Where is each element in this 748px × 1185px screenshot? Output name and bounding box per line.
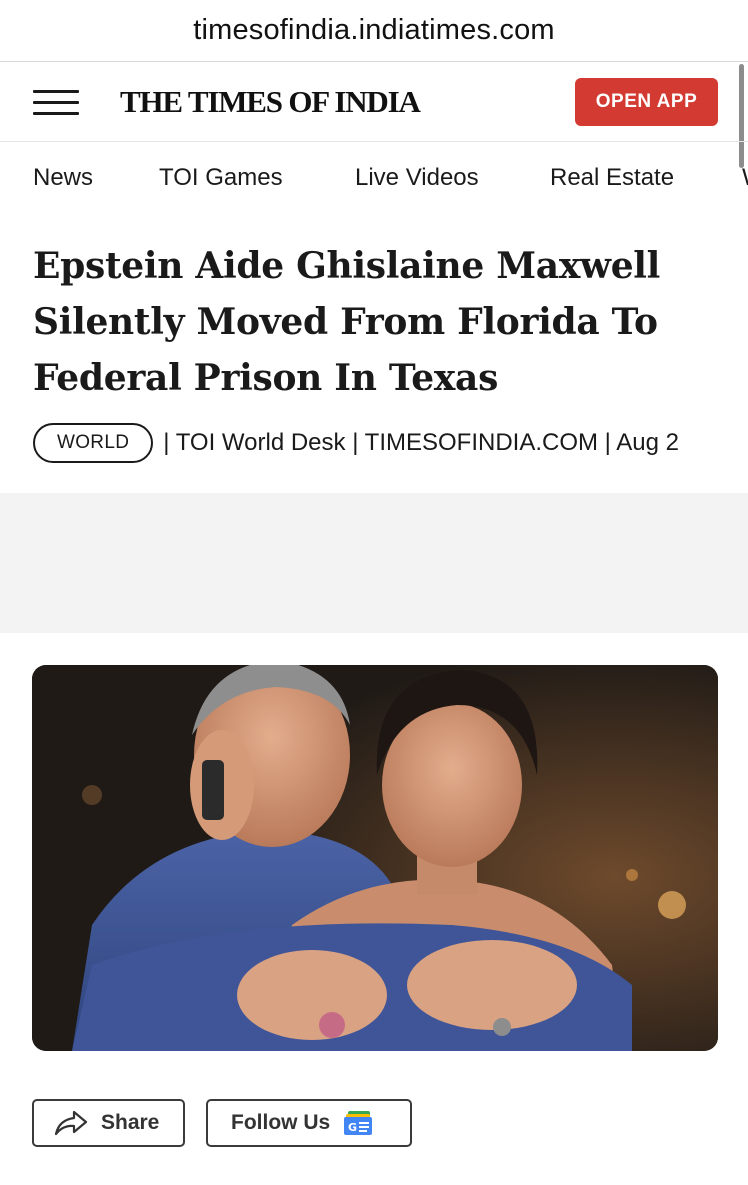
nav-item-news[interactable]: News bbox=[33, 164, 93, 192]
article-hero-image[interactable] bbox=[32, 665, 718, 1051]
google-news-icon: G bbox=[344, 1111, 373, 1135]
follow-label: Follow Us bbox=[231, 1111, 331, 1134]
hamburger-menu-icon[interactable] bbox=[33, 87, 79, 117]
site-logo[interactable]: THE TIMES OF INDIA bbox=[120, 84, 421, 120]
share-label: Share bbox=[101, 1111, 160, 1134]
nav-item-live-videos[interactable]: Live Videos bbox=[355, 164, 479, 192]
share-arrow-icon bbox=[54, 1110, 88, 1136]
nav-item-toi-games[interactable]: TOI Games bbox=[159, 164, 283, 192]
share-button[interactable]: Share bbox=[32, 1099, 185, 1147]
follow-us-button[interactable]: Follow Us G bbox=[206, 1099, 412, 1147]
category-badge[interactable]: WORLD bbox=[33, 423, 154, 463]
url-text: timesofindia.indiatimes.com bbox=[193, 14, 555, 46]
byline: | TOI World Desk | TIMESOFINDIA.COM | Au… bbox=[163, 429, 679, 456]
nav-item-overflow[interactable]: W bbox=[742, 164, 748, 192]
ad-slot bbox=[0, 493, 748, 633]
article-actions: Share Follow Us G bbox=[32, 1099, 412, 1147]
section-nav: News TOI Games Live Videos Real Estate W bbox=[0, 142, 748, 216]
nav-item-real-estate[interactable]: Real Estate bbox=[550, 164, 674, 192]
site-header: THE TIMES OF INDIA OPEN APP bbox=[0, 62, 748, 142]
address-bar[interactable]: timesofindia.indiatimes.com bbox=[0, 0, 748, 62]
article-meta: WORLD | TOI World Desk | TIMESOFINDIA.CO… bbox=[33, 421, 748, 465]
article-headline: Epstein Aide Ghislaine Maxwell Silently … bbox=[33, 245, 661, 399]
svg-text:G: G bbox=[348, 1121, 357, 1134]
open-app-button[interactable]: OPEN APP bbox=[575, 78, 718, 126]
